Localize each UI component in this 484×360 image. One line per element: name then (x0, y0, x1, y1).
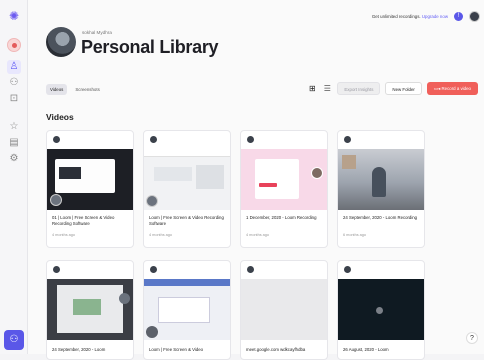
video-thumbnail[interactable] (338, 149, 424, 210)
creator-avatar (150, 136, 157, 143)
star-icon[interactable]: ☆ (7, 120, 21, 134)
invite-people-icon[interactable]: ⚇ (4, 330, 24, 350)
video-title[interactable]: Loom | Free Screen & Video (149, 347, 227, 353)
loom-logo-icon[interactable]: ✺ (8, 10, 20, 22)
upgrade-promo: Get unlimited recordings. Upgrade now (372, 14, 448, 19)
video-card[interactable]: 01 | Loom | Free Screen & Video Recordin… (46, 130, 134, 248)
section-title: Videos (46, 112, 74, 122)
username: sokhal Mydhra (82, 30, 112, 35)
list-view-icon[interactable]: ☰ (322, 84, 332, 94)
video-thumbnail[interactable] (241, 149, 327, 210)
settings-icon[interactable]: ⚙ (7, 152, 21, 166)
video-thumbnail[interactable] (144, 279, 230, 340)
video-card[interactable]: meet.google.com wdkcayfhdba (240, 260, 328, 360)
video-title[interactable]: 1 December, 2020 - Loom Recording (246, 215, 324, 221)
video-title[interactable]: 26 August, 2020 - Loom (343, 347, 421, 353)
video-meta: 4 months ago (52, 233, 75, 237)
video-card[interactable]: 24 September, 2020 - Loom (46, 260, 134, 360)
video-thumbnail[interactable] (47, 149, 133, 210)
creator-avatar (53, 266, 60, 273)
video-title[interactable]: 24 September, 2020 - Loom Recording (343, 215, 421, 221)
video-thumbnail[interactable] (338, 279, 424, 340)
video-card[interactable]: Loom | Free Screen & Video (143, 260, 231, 360)
upgrade-link[interactable]: Upgrade now (422, 14, 448, 19)
export-insights-button[interactable]: Export Insights (337, 82, 380, 95)
promo-text: Get unlimited recordings. (372, 14, 421, 19)
library-tabs: Videos Screenshots (46, 84, 104, 95)
record-video-label: Record a video (441, 86, 471, 91)
video-meta: 4 months ago (149, 233, 172, 237)
team-icon[interactable]: ⚇ (7, 76, 21, 90)
grid-view-icon[interactable]: ⊞ (307, 84, 317, 94)
topbar: Get unlimited recordings. Upgrade now ! (372, 8, 484, 24)
creator-avatar (247, 136, 254, 143)
video-card[interactable]: 1 December, 2020 - Loom Recording 4 mont… (240, 130, 328, 248)
video-meta: 4 months ago (246, 233, 269, 237)
archive-icon[interactable]: ▤ (7, 136, 21, 150)
tab-screenshots[interactable]: Screenshots (71, 84, 103, 95)
video-title[interactable]: meet.google.com wdkcayfhdba (246, 347, 324, 353)
video-title[interactable]: 01 | Loom | Free Screen & Video Recordin… (52, 215, 130, 227)
creator-avatar (53, 136, 60, 143)
library-icon[interactable]: ♙ (7, 60, 21, 74)
page-title: Personal Library (81, 37, 218, 58)
workspace-avatar[interactable] (7, 38, 21, 52)
video-meta: 6 months ago (343, 233, 366, 237)
notifications-icon[interactable]: ! (454, 12, 463, 21)
creator-avatar (247, 266, 254, 273)
help-icon[interactable]: ? (466, 332, 478, 344)
video-card[interactable]: 24 September, 2020 - Loom Recording 6 mo… (337, 130, 425, 248)
video-title[interactable]: Loom | Free Screen & Video Recording Sof… (149, 215, 227, 227)
profile-avatar (46, 27, 76, 57)
creator-avatar (344, 136, 351, 143)
video-title[interactable]: 24 September, 2020 - Loom (52, 347, 130, 353)
library-actions: ⊞ ☰ Export Insights New Folder ▭◂ Record… (307, 82, 478, 95)
creator-avatar (150, 266, 157, 273)
video-thumbnail[interactable] (47, 279, 133, 340)
video-card[interactable]: 26 August, 2020 - Loom (337, 260, 425, 360)
video-card[interactable]: Loom | Free Screen & Video Recording Sof… (143, 130, 231, 248)
video-thumbnail[interactable] (241, 279, 327, 340)
tab-videos[interactable]: Videos (46, 84, 67, 95)
new-folder-button[interactable]: New Folder (385, 82, 421, 95)
user-avatar[interactable] (469, 11, 480, 22)
creator-avatar (344, 266, 351, 273)
record-video-button[interactable]: ▭◂ Record a video (427, 82, 478, 95)
spaces-icon[interactable]: ⊡ (7, 92, 21, 106)
video-thumbnail[interactable] (144, 149, 230, 210)
sidebar: ✺ ♙ ⚇ ⊡ ☆ ▤ ⚙ ⚇ (0, 0, 28, 354)
